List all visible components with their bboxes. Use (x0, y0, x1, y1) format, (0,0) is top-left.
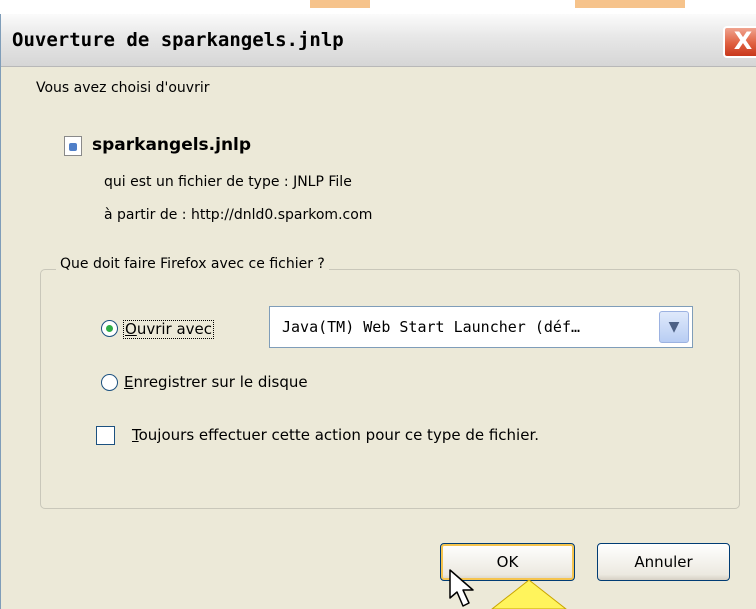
close-icon: X (733, 27, 753, 55)
file-type-line: qui est un fichier de type : JNLP File (104, 174, 352, 190)
always-do-this-label[interactable]: Toujours effectuer cette action pour ce … (132, 426, 539, 444)
application-select-value: Java(TM) Web Start Launcher (déf… (282, 318, 581, 336)
close-button[interactable]: X (723, 26, 756, 58)
save-to-disk-label[interactable]: Enregistrer sur le disque (124, 373, 308, 391)
application-select[interactable]: Java(TM) Web Start Launcher (déf… ▼ (269, 306, 693, 348)
callout-pointer (491, 580, 567, 609)
save-to-disk-radio[interactable] (101, 374, 118, 391)
mouse-pointer-icon (449, 569, 474, 607)
always-do-this-accesskey: T (132, 426, 139, 444)
file-icon (64, 136, 82, 156)
open-with-label[interactable]: Ouvrir avec (123, 320, 215, 339)
file-source-line: à partir de : http://dnld0.sparkom.com (104, 207, 373, 223)
always-do-this-checkbox[interactable] (96, 426, 115, 445)
dropdown-button[interactable]: ▼ (659, 311, 689, 343)
intro-text: Vous avez choisi d'ouvrir (36, 80, 210, 96)
title-bar[interactable]: Ouverture de sparkangels.jnlp X (1, 14, 756, 67)
open-with-label-text: uvrir avec (136, 320, 213, 338)
open-with-accesskey: O (125, 320, 137, 338)
cancel-button[interactable]: Annuler (597, 543, 730, 581)
open-with-radio[interactable] (101, 320, 118, 337)
background-fragment (310, 0, 370, 8)
action-group-legend: Que doit faire Firefox avec ce fichier ? (56, 256, 329, 272)
save-to-disk-label-text: nregistrer sur le disque (133, 373, 308, 391)
always-do-this-label-text: oujours effectuer cette action pour ce t… (138, 426, 540, 444)
chevron-down-icon: ▼ (668, 319, 680, 335)
file-name: sparkangels.jnlp (92, 135, 252, 155)
background-fragment (575, 0, 685, 8)
dialog-title: Ouverture de sparkangels.jnlp (12, 29, 344, 51)
